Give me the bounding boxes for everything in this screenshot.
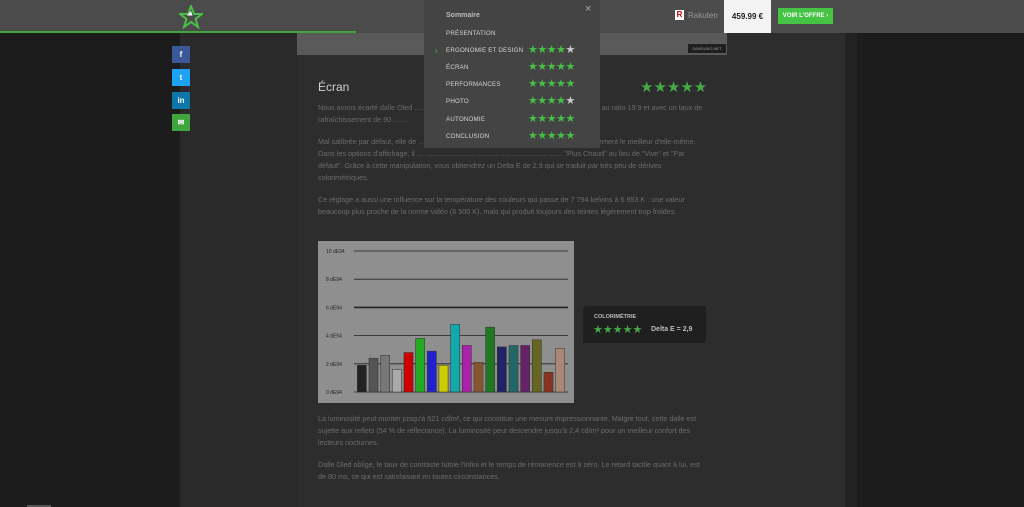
linkedin-share-button[interactable]: in: [172, 92, 190, 109]
delta-e-chart-svg: 10 dE94 8 dE94 6 dE94 4 dE94 2 dE94 0 dE94: [326, 249, 568, 396]
chart-y-tick-label: 4 dE94: [326, 334, 342, 340]
retailer[interactable]: R Rakuten: [675, 10, 718, 20]
chart-bar: [473, 362, 484, 393]
summary-item-rating: ★★★★★: [528, 60, 575, 73]
chart-bar: [555, 348, 565, 393]
colorimetry-card: COLORIMÉTRIE ★★★★★ Delta E = 2,9: [583, 306, 706, 343]
summary-item-rating: ★★★★★: [528, 77, 575, 90]
chart-bar: [403, 352, 414, 393]
chart-bar: [392, 369, 402, 393]
rating-stars-on: ★★★★★: [528, 61, 575, 73]
summary-item[interactable]: PRÉSENTATION: [446, 30, 496, 37]
rating-stars-on: ★★★★★: [528, 78, 575, 90]
retailer-logo-icon: R: [675, 10, 684, 20]
delta-e-chart: 10 dE94 8 dE94 6 dE94 4 dE94 2 dE94 0 dE94: [318, 241, 574, 403]
chart-bar: [497, 346, 507, 393]
chart-bar: [462, 345, 472, 393]
summary-menu: Sommaire × › PRÉSENTATION ERGONOMIE ET DE…: [424, 0, 600, 148]
summary-item[interactable]: AUTONOMIE: [446, 116, 485, 123]
chart-bar: [508, 345, 519, 393]
rating-stars-on: ★★★★★: [528, 130, 575, 142]
chart-y-tick-label: 0 dE94: [326, 390, 342, 396]
chart-bar: [380, 355, 390, 393]
chart-bar: [415, 338, 425, 393]
view-offer-button[interactable]: VOIR L'OFFRE ›: [778, 8, 833, 24]
rating-stars-on: ★★★★: [528, 44, 566, 56]
chevron-right-icon: ›: [435, 46, 438, 55]
chart-bar: [368, 357, 379, 393]
hero-tag: SAMSUNG.NET: [688, 44, 726, 53]
rating-stars-off: ★: [565, 95, 575, 107]
chart-bar: [520, 345, 530, 393]
card-rating: ★★★★★: [593, 324, 643, 336]
summary-item-rating: ★★★★★: [528, 112, 575, 125]
summary-item[interactable]: PERFORMANCES: [446, 81, 501, 88]
left-gutter: [0, 33, 180, 507]
summary-item[interactable]: ERGONOMIE ET DESIGN: [446, 47, 523, 54]
summary-item-rating: ★★★★★: [528, 43, 575, 56]
summary-title: Sommaire: [446, 12, 480, 19]
chart-bar: [357, 364, 367, 393]
chart-bar: [543, 372, 554, 393]
paragraph: La luminosité peut monter jusqu'à 621 cd…: [318, 414, 697, 447]
paragraph: Dalle Oled oblige, le taux de contraste …: [318, 460, 700, 481]
summary-item-rating: ★★★★★: [528, 129, 575, 142]
price[interactable]: 459.99 €: [724, 0, 771, 33]
star-logo-icon[interactable]: [179, 5, 203, 29]
paragraph: Ce réglage a aussi une influence sur la …: [318, 195, 685, 216]
section-title: Écran: [318, 80, 350, 94]
summary-item[interactable]: CONCLUSION: [446, 133, 489, 140]
chart-bar: [532, 339, 542, 393]
chart-y-tick-label: 10 dE94: [326, 249, 345, 255]
rating-stars-off: ★: [565, 44, 575, 56]
chart-bar: [485, 326, 495, 393]
close-icon[interactable]: ×: [585, 3, 591, 15]
right-column: [845, 33, 857, 507]
chart-bar: [427, 350, 437, 393]
section-rating: ★★★★★: [640, 79, 708, 96]
retailer-name: Rakuten: [688, 10, 718, 20]
mail-share-button[interactable]: ✉: [172, 114, 190, 131]
chart-bar: [438, 364, 449, 393]
chart-bar: [450, 324, 460, 393]
chart-y-tick-label: 2 dE94: [326, 362, 342, 368]
summary-item[interactable]: ÉCRAN: [446, 64, 469, 71]
rating-stars-on: ★★★★★: [528, 113, 575, 125]
right-gutter: [857, 33, 1024, 507]
card-value: Delta E = 2,9: [651, 326, 693, 333]
facebook-share-button[interactable]: f: [172, 46, 190, 63]
chart-y-tick-label: 8 dE94: [326, 277, 342, 283]
twitter-share-button[interactable]: t: [172, 69, 190, 86]
rating-stars-on: ★★★★: [528, 95, 566, 107]
summary-item[interactable]: PHOTO: [446, 98, 469, 105]
chart-y-tick-label: 6 dE94: [326, 305, 342, 311]
summary-item-rating: ★★★★★: [528, 94, 575, 107]
card-title: COLORIMÉTRIE: [594, 314, 637, 320]
